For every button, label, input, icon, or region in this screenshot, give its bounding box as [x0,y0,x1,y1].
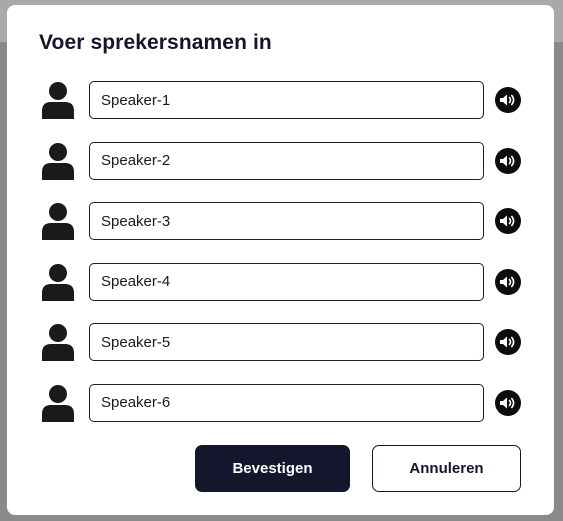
speaker-names-dialog: Voer sprekersnamen in Speaker-1 Speaker-… [7,5,554,515]
speaker-name-input-2[interactable] [89,141,484,180]
play-voice-button-2[interactable] [495,147,521,174]
speaker-row [7,323,554,361]
confirm-button[interactable]: Bevestigen [195,445,350,492]
speaker-row [7,202,554,240]
person-icon [41,142,75,180]
cancel-button[interactable]: Annuleren [372,445,521,492]
volume-icon [499,93,517,107]
speaker-name-input-3[interactable] [89,202,484,240]
person-icon [41,263,75,301]
play-voice-button-4[interactable] [495,268,521,295]
dialog-title: Voer sprekersnamen in [39,31,272,54]
play-voice-button-1[interactable] [495,87,521,113]
volume-icon [499,335,517,349]
play-voice-button-3[interactable] [495,208,521,234]
person-icon [41,202,75,240]
dialog-footer: Bevestigen Annuleren [7,445,554,493]
speaker-row [7,141,554,180]
speaker-row [7,81,554,119]
volume-icon [499,396,517,410]
volume-icon [499,275,517,289]
speaker-list [7,81,554,444]
speaker-row [7,383,554,422]
play-voice-button-6[interactable] [495,389,521,416]
person-icon [41,323,75,361]
speaker-name-input-6[interactable] [89,383,484,422]
person-icon [41,81,75,119]
play-voice-button-5[interactable] [495,329,521,355]
speaker-name-input-5[interactable] [89,323,484,361]
speaker-name-input-4[interactable] [89,262,484,301]
speaker-name-input-1[interactable] [89,81,484,119]
volume-icon [499,214,517,228]
person-icon [41,384,75,422]
volume-icon [499,154,517,168]
speaker-row [7,262,554,301]
